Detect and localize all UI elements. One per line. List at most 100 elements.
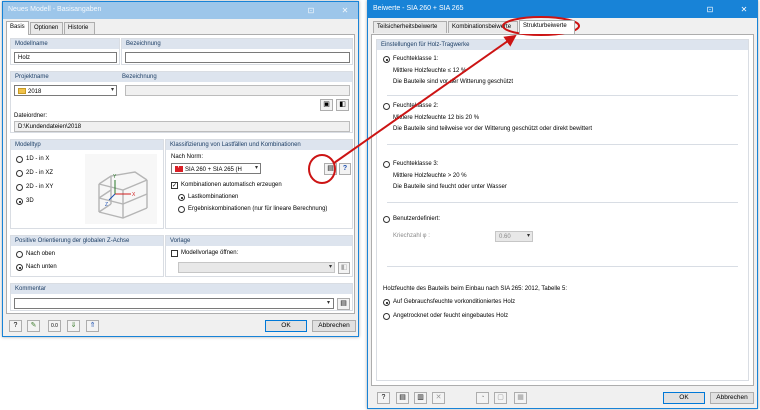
default-icon[interactable]: ◔ [476,392,489,404]
units-icon[interactable]: 0.0 [48,320,61,332]
kommentar-group: Kommentar ▾ ▤ [10,283,353,311]
right-title: Beiwerte - SIA 260 + SIA 265 [373,5,464,12]
nach-unten-label: Nach unten [26,264,57,270]
chevron-down-icon: ▾ [526,233,530,239]
left-tabs: Basis Optionen Historie [6,21,126,35]
dateiordner-label: Dateiordner: [14,113,48,119]
projekt-bezeichnung-field [125,85,350,96]
orientierung-header: Positive Orientierung der globalen Z-Ach… [11,236,163,246]
modellname-input[interactable]: Holz [14,52,117,63]
bezeichnung-input[interactable] [125,52,350,63]
norm-label: Nach Norm: [171,154,204,160]
right-ok-button[interactable]: OK [663,392,705,404]
modelltyp-2dxy-label: 2D - in XY [26,184,54,190]
feuchteklasse-3-line2: Die Bauteile sind feucht oder unter Wass… [393,184,507,190]
divider [387,266,738,267]
library-icon[interactable]: ▦ [514,392,527,404]
edit-icon[interactable]: ✎ [27,320,40,332]
delete-icon[interactable]: ✕ [432,392,445,404]
vorlage-group: Vorlage Modellvorlage öffnen: ▾ ◧ [165,235,353,277]
help-icon[interactable]: ? [377,392,390,404]
modelltyp-2dxz-radio[interactable] [16,170,23,177]
left-title: Neues Modell - Basisangaben [8,6,102,13]
svg-text:Z: Z [105,202,108,208]
klassifizierung-group: Klassifizierung von Lastfällen und Kombi… [165,139,353,229]
tab-teilsicherheitsbeiwerte[interactable]: Teilsicherheitsbeiwerte [373,21,447,33]
export-icon[interactable]: ⇑ [86,320,99,332]
modellvorlage-checkbox[interactable] [171,250,178,257]
right-help-button[interactable]: ⊡ [701,1,719,18]
kommentar-button[interactable]: ▤ [337,298,350,310]
feuchteklasse-3-line1: Mittlere Holzfeuchte > 20 % [393,173,467,179]
modelltyp-2dxy-radio[interactable] [16,184,23,191]
lastkombinationen-radio[interactable] [178,194,185,201]
help-icon[interactable]: ? [9,320,22,332]
right-tab-panel: Einstellungen für Holz-Tragwerke Feuchte… [371,34,754,386]
norm-info-button[interactable]: ? [339,163,351,175]
right-close-button[interactable]: ✕ [735,1,753,18]
left-help-button[interactable]: ⊡ [302,2,320,19]
benutzerdefiniert-label: Benutzerdefiniert: [393,216,441,222]
modelltyp-1d-label: 1D - in X [26,156,50,162]
left-close-button[interactable]: ✕ [336,2,354,19]
projektname-select[interactable]: 2018 ▾ [14,85,117,96]
left-tab-panel: Modellname Holz Bezeichnung Projektname … [6,34,355,314]
tab-strukturbeiwerte[interactable]: Strukturbeiwerte [519,20,575,34]
left-ok-button[interactable]: OK [265,320,307,332]
left-cancel-button[interactable]: Abbrechen [312,320,356,332]
bezeichnung-label: Bezeichnung [122,39,352,49]
modellvorlage-label: Modellvorlage öffnen: [181,250,239,256]
project-manager-button[interactable]: ▣ [320,99,333,111]
save-icon[interactable]: ▥ [414,392,427,404]
divider [387,202,738,203]
tab-historie[interactable]: Historie [64,22,95,34]
kommentar-input[interactable] [14,298,334,309]
feuchteklasse-2-radio[interactable] [383,103,390,110]
right-title-bar[interactable]: Beiwerte - SIA 260 + SIA 265 [368,1,757,18]
projektname-header: Projektname Bezeichnung [11,72,352,82]
feuchteklasse-1-line2: Die Bauteile sind vor der Witterung gesc… [393,79,514,85]
holz-settings-group: Einstellungen für Holz-Tragwerke Feuchte… [376,39,749,381]
tab-basis[interactable]: Basis [6,21,29,35]
vorlage-select: ▾ [178,262,335,273]
feuchteklasse-3-radio[interactable] [383,161,390,168]
copy-icon[interactable]: ▢ [494,392,507,404]
right-cancel-button[interactable]: Abbrechen [710,392,754,404]
feuchteklasse-1-radio[interactable] [383,56,390,63]
holz-settings-header: Einstellungen für Holz-Tragwerke [377,40,748,50]
nach-oben-label: Nach oben [26,251,56,257]
norm-select[interactable]: SIA 260 + SIA 265 (H ▾ [171,163,261,174]
modelltyp-3d-label: 3D [26,198,34,204]
project-details-button[interactable]: ◧ [336,99,349,111]
modelltyp-2dxz-label: 2D - in XZ [26,170,54,176]
import-icon[interactable]: ⇓ [67,320,80,332]
feuchteklasse-1-title: Feuchteklasse 1: [393,56,439,62]
modelltyp-header: Modelltyp [11,140,163,150]
gebrauchsfeuchte-radio[interactable] [383,299,390,306]
nach-unten-radio[interactable] [16,264,23,271]
nach-oben-radio[interactable] [16,251,23,258]
angetrocknet-radio[interactable] [383,313,390,320]
open-icon[interactable]: ▤ [396,392,409,404]
bezeichnung-group: Bezeichnung [121,38,353,65]
angetrocknet-label: Angetrocknet oder feucht eingebautes Hol… [393,313,509,319]
auto-kombination-label: Kombinationen automatisch erzeugen [181,182,282,188]
kriechzahl-select: 0.60 ▾ [495,231,533,242]
kriechzahl-value: 0.60 [499,234,511,240]
ergebniskombinationen-radio[interactable] [178,206,185,213]
lastkombinationen-label: Lastkombinationen [188,194,239,200]
chevron-down-icon: ▾ [254,165,258,171]
modelltyp-3d-radio[interactable] [16,198,23,205]
tab-optionen[interactable]: Optionen [30,22,63,34]
chevron-down-icon: ▾ [328,264,332,270]
klassifizierung-header: Klassifizierung von Lastfällen und Kombi… [166,140,352,150]
chevron-down-icon: ▾ [110,87,114,93]
kriechzahl-label: Kriechzahl φ : [393,233,430,239]
auto-kombination-checkbox[interactable]: ✓ [171,182,178,189]
tab-kombinationsbeiwerte[interactable]: Kombinationsbeiwerte [448,21,518,33]
modelltyp-1d-radio[interactable] [16,156,23,163]
benutzerdefiniert-radio[interactable] [383,216,390,223]
edit-norm-button[interactable]: ▤ [324,163,337,175]
divider [387,144,738,145]
model-preview-image: X Y Z [85,154,157,224]
